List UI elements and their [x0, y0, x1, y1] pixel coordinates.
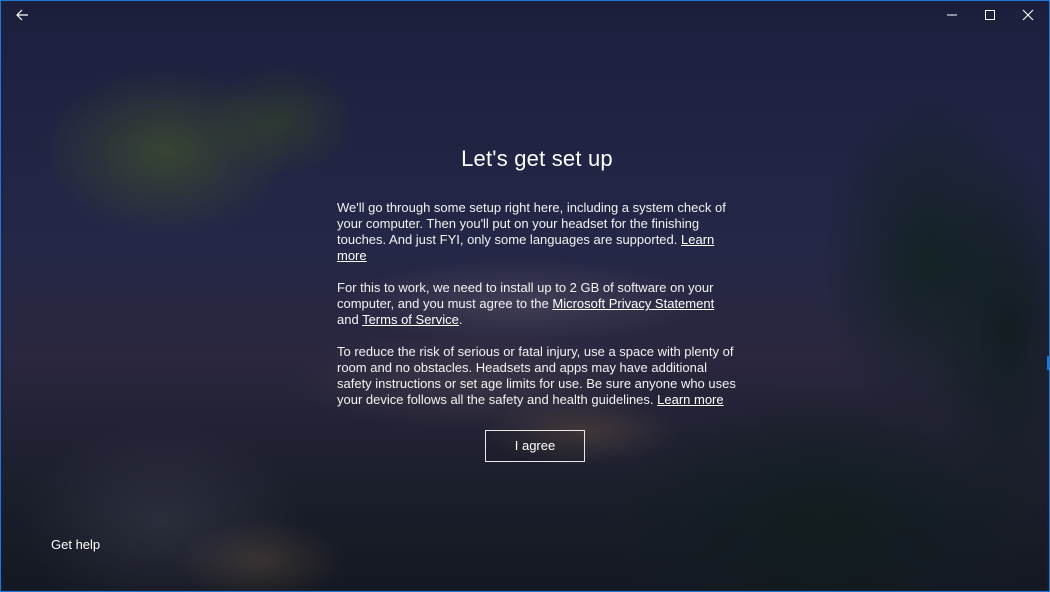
back-button[interactable] [3, 1, 41, 29]
intro-text: We'll go through some setup right here, … [337, 200, 726, 247]
terms-of-service-link[interactable]: Terms of Service [362, 312, 459, 327]
resize-edge-indicator [1047, 356, 1049, 370]
agree-button[interactable]: I agree [485, 430, 585, 462]
page-title: Let's get set up [461, 146, 613, 171]
get-help-link[interactable]: Get help [51, 537, 100, 552]
maximize-icon [985, 10, 995, 20]
minimize-button[interactable] [933, 1, 971, 29]
title-bar [1, 1, 1049, 29]
intro-paragraph: We'll go through some setup right here, … [337, 200, 737, 264]
install-paragraph: For this to work, we need to install up … [337, 280, 737, 328]
maximize-button[interactable] [971, 1, 1009, 29]
install-text-and: and [337, 312, 363, 327]
safety-paragraph: To reduce the risk of serious or fatal i… [337, 344, 737, 408]
privacy-statement-link[interactable]: Microsoft Privacy Statement [552, 296, 714, 311]
learn-more-link-safety[interactable]: Learn more [657, 392, 723, 407]
setup-content: Let's get set up We'll go through some s… [337, 146, 737, 462]
minimize-icon [947, 14, 957, 16]
install-text-end: . [458, 312, 463, 327]
setup-window: Let's get set up We'll go through some s… [0, 0, 1050, 592]
close-icon [1022, 9, 1034, 21]
close-button[interactable] [1009, 1, 1047, 29]
back-arrow-icon [16, 9, 28, 21]
